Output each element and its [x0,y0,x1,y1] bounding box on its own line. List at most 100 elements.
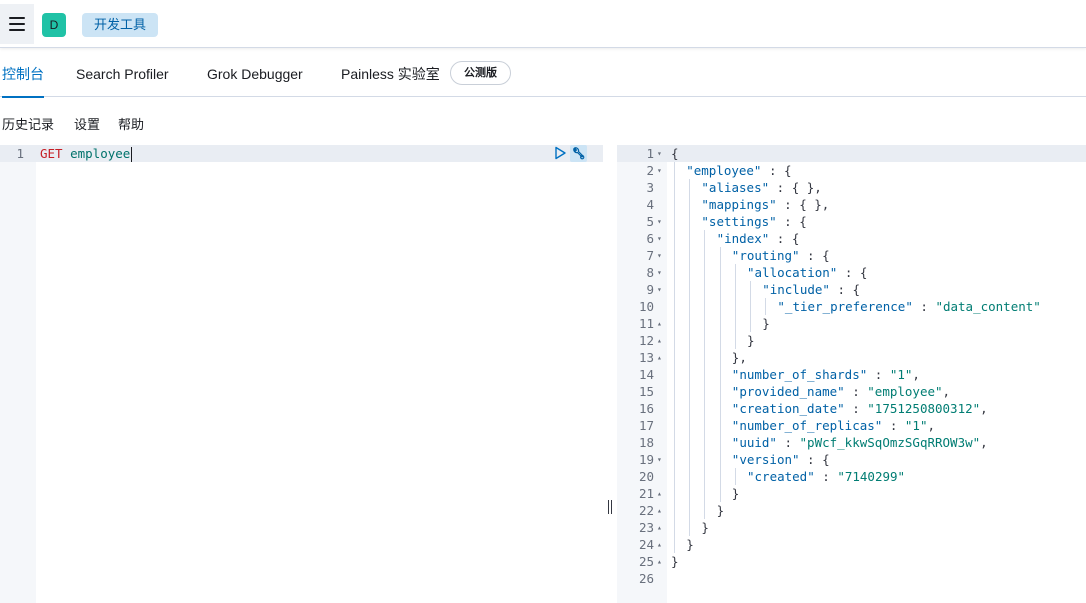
tab-painless-lab[interactable]: Painless 实验室 [341,48,440,97]
indent-guide [704,434,706,451]
response-editor[interactable]: 1 ▾{2 ▾ "employee" : {3 "aliases" : { }, 4 "ma… [617,145,1086,603]
indent-guide [689,213,691,230]
json-punctuation: , [927,418,935,433]
indent-guide [689,366,691,383]
json-key: "creation_date" [731,401,845,416]
json-punctuation: } [731,486,740,501]
json-key: "routing" [731,248,800,263]
fold-caret-down-icon[interactable]: ▾ [657,145,665,162]
fold-caret-up-icon[interactable]: ▴ [657,315,665,332]
indent-guide [734,264,736,281]
request-line[interactable]: GET employee [40,145,133,162]
indent-guide [674,451,675,468]
line-number: 7 [646,248,654,263]
indent-guide [750,315,751,332]
json-punctuation: }, [731,350,747,365]
indent-guide [674,332,675,349]
resize-handle-icon[interactable] [606,500,614,514]
indent-guide [674,315,675,332]
json-key: "created" [747,469,815,484]
line-number: 22 [638,503,654,518]
request-editor[interactable]: 1 GET employee [0,145,603,603]
space-avatar[interactable]: D [42,13,66,37]
indent-guide [674,264,675,281]
fold-caret-down-icon[interactable]: ▾ [657,162,665,179]
indent-guide [704,298,706,315]
json-punctuation: , [980,401,988,416]
line-number: 1 [16,146,24,161]
line-number: 23 [638,520,654,535]
fold-caret-up-icon[interactable]: ▴ [657,536,665,553]
hamburger-menu-icon[interactable] [0,4,34,44]
json-string: "7140299" [837,469,906,484]
code-line: "version" : { [732,451,830,468]
breadcrumb[interactable]: 开发工具 [82,13,159,37]
indent-guide [689,281,691,298]
fold-caret-up-icon[interactable]: ▴ [657,519,665,536]
json-punctuation: : { }, [776,197,830,212]
fold-caret-down-icon[interactable]: ▾ [657,213,665,230]
indent-guide [719,247,721,264]
indent-guide [704,349,706,366]
indent-guide [674,519,675,536]
history-link[interactable]: 历史记录 [2,114,54,133]
beta-badge: 公测版 [450,61,511,85]
json-string: "employee" [867,384,943,399]
json-punctuation: : [776,435,800,450]
code-line: "creation_date" : "1751250800312", [732,400,988,417]
line-number: 11 [638,316,654,331]
indent-guide [674,400,675,417]
indent-guide [750,298,751,315]
fold-caret-down-icon[interactable]: ▾ [657,247,665,264]
code-line: "number_of_shards" : "1", [732,366,920,383]
code-line: "provided_name" : "employee", [732,383,950,400]
line-number: 18 [638,435,654,450]
json-key: "settings" [701,214,777,229]
indent-guide [689,417,691,434]
wrench-icon[interactable] [570,145,587,162]
json-punctuation: : { [761,163,792,178]
json-key: "index" [716,231,770,246]
json-string: "1751250800312" [867,401,981,416]
tab-console[interactable]: 控制台 [2,48,44,98]
fold-caret-up-icon[interactable]: ▴ [657,553,665,570]
fold-caret-down-icon[interactable]: ▾ [657,451,665,468]
fold-caret-up-icon[interactable]: ▴ [657,332,665,349]
json-string: "1" [904,418,928,433]
fold-caret-down-icon[interactable]: ▾ [657,230,665,247]
fold-caret-up-icon[interactable]: ▴ [657,485,665,502]
code-line: "uuid" : "pWcf_kkwSqOmzSGqRROW3w", [732,434,988,451]
indent-guide [674,179,675,196]
indent-guide [704,383,706,400]
tab-grok-debugger[interactable]: Grok Debugger [207,48,303,97]
line-number: 25 [638,554,654,569]
indent-guide [719,332,721,349]
json-string: "data_content" [935,299,1041,314]
code-line: } [762,315,770,332]
indent-guide [704,332,706,349]
indent-guide [704,485,706,502]
line-number: 20 [638,469,654,484]
indent-guide [704,451,706,468]
indent-guide [689,247,691,264]
indent-guide [674,383,675,400]
play-icon[interactable] [553,146,567,160]
indent-guide [704,247,706,264]
help-link[interactable]: 帮助 [118,114,144,133]
fold-caret-down-icon[interactable]: ▾ [657,281,665,298]
fold-caret-up-icon[interactable]: ▴ [657,349,665,366]
text-cursor [131,147,133,162]
json-punctuation: : { [799,248,830,263]
indent-guide [674,213,675,230]
tab-search-profiler[interactable]: Search Profiler [76,48,169,97]
indent-guide [719,264,721,281]
code-line: { [671,145,679,162]
fold-caret-up-icon[interactable]: ▴ [657,502,665,519]
fold-caret-down-icon[interactable]: ▾ [657,264,665,281]
json-string: "pWcf_kkwSqOmzSGqRROW3w" [799,435,981,450]
settings-link[interactable]: 设置 [74,114,100,133]
json-key: "employee" [686,163,762,178]
json-punctuation: : [867,367,890,382]
json-punctuation: : { [776,214,807,229]
indent-guide [674,349,675,366]
